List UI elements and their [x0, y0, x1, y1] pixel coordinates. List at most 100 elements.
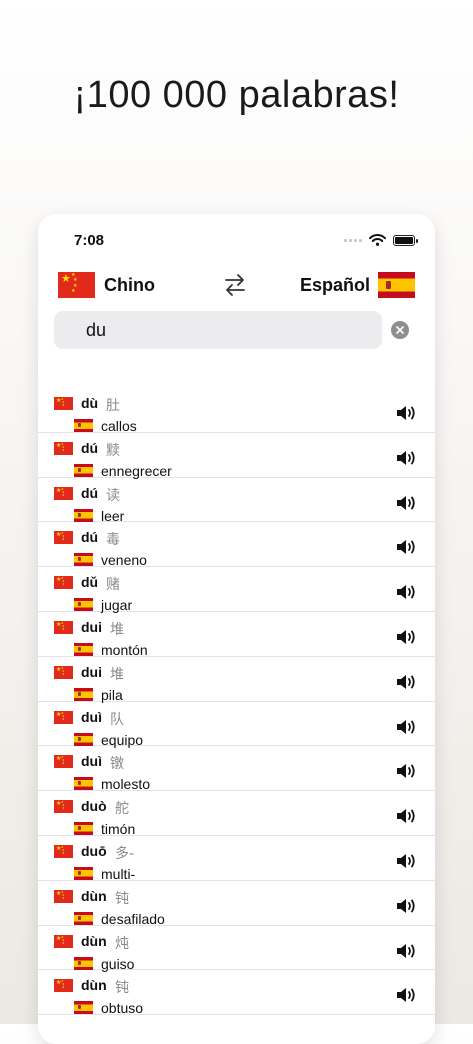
spain-flag-icon	[74, 911, 93, 925]
result-translation: montón	[101, 641, 148, 658]
china-flag-icon: ★ ★ ★ ★	[54, 397, 73, 410]
result-pinyin: dù	[81, 395, 99, 411]
spain-flag-icon	[74, 598, 93, 612]
result-translation: multi-	[101, 865, 136, 882]
result-row[interactable]: ★ ★ ★ ★ duò 舵 timón	[38, 791, 435, 837]
result-row[interactable]: ★ ★ ★ ★ dú 读 leer	[38, 478, 435, 524]
result-hanzi: 堆	[110, 621, 124, 638]
result-hanzi: 黩	[106, 442, 120, 459]
target-language-label: Español	[299, 274, 370, 295]
result-hanzi: 炖	[115, 935, 129, 952]
search-field[interactable]	[54, 311, 382, 349]
close-icon	[396, 326, 404, 334]
result-hanzi: 钝	[115, 980, 129, 997]
speaker-icon[interactable]	[395, 718, 417, 736]
spain-flag-icon	[74, 508, 93, 522]
result-row[interactable]: ★ ★ ★ ★ dǔ 赌 jugar	[38, 567, 435, 614]
china-flag-icon: ★ ★ ★ ★	[54, 665, 73, 679]
status-bar: 7:08	[38, 232, 435, 252]
result-pinyin: dú	[81, 439, 99, 456]
china-flag-icon: ★ ★ ★ ★	[54, 710, 73, 724]
speaker-icon[interactable]	[395, 583, 417, 601]
spain-flag-icon	[74, 419, 93, 432]
result-pinyin: dùn	[81, 932, 107, 949]
result-row[interactable]: ★ ★ ★ ★ duì 镦 molesto	[38, 746, 435, 793]
speaker-icon[interactable]	[395, 538, 417, 556]
result-hanzi: 舵	[115, 801, 129, 818]
speaker-icon[interactable]	[395, 404, 417, 422]
result-row[interactable]: ★ ★ ★ ★ duì 队 equipo	[38, 702, 435, 748]
result-pinyin: duō	[81, 842, 107, 859]
clear-search-button[interactable]	[391, 321, 409, 339]
signal-icon	[344, 238, 362, 242]
result-translation: callos	[101, 418, 137, 434]
result-row[interactable]: ★ ★ ★ ★ dùn 炖 guiso	[38, 926, 435, 972]
speaker-icon[interactable]	[395, 942, 417, 960]
result-pinyin: duì	[81, 753, 102, 770]
result-row[interactable]: ★ ★ ★ ★ dú 黩 ennegrecer	[38, 433, 435, 479]
result-translation: obtuso	[101, 1000, 144, 1017]
result-pinyin: dǔ	[81, 574, 99, 591]
result-row[interactable]: ★ ★ ★ ★ dui 堆 pila	[38, 657, 435, 703]
result-row[interactable]: ★ ★ ★ ★ dù 肚 callos	[38, 388, 435, 434]
spain-flag-icon	[74, 732, 93, 746]
wifi-icon	[369, 234, 386, 246]
result-hanzi: 钝	[115, 890, 129, 907]
china-flag-icon: ★ ★ ★ ★	[54, 486, 73, 500]
result-row[interactable]: ★ ★ ★ ★ dùn 钝 desafilado	[38, 881, 435, 927]
china-flag-icon: ★ ★ ★ ★	[54, 441, 73, 455]
china-flag-icon: ★ ★ ★ ★	[54, 531, 73, 545]
status-icons	[344, 234, 418, 246]
result-translation: pila	[101, 686, 123, 703]
speaker-icon[interactable]	[395, 762, 417, 780]
spain-flag-icon	[74, 553, 93, 567]
result-row[interactable]: ★ ★ ★ ★ dùn 钝 obtuso	[38, 970, 435, 1017]
spain-flag-icon	[74, 956, 93, 970]
result-translation: equipo	[101, 731, 144, 748]
result-translation: desafilado	[101, 910, 165, 927]
result-translation: molesto	[101, 776, 151, 793]
china-flag-icon: ★ ★ ★ ★	[54, 620, 73, 634]
spain-flag-icon	[74, 1001, 93, 1015]
result-pinyin: dùn	[81, 977, 107, 994]
result-pinyin: dùn	[81, 887, 107, 904]
result-translation: veneno	[101, 552, 147, 569]
status-time: 7:08	[74, 232, 105, 249]
result-hanzi: 堆	[110, 666, 124, 683]
result-row[interactable]: ★ ★ ★ ★ duō 多-multi-	[38, 836, 435, 882]
speaker-icon[interactable]	[395, 986, 417, 1004]
speaker-icon[interactable]	[395, 807, 417, 825]
speaker-icon[interactable]	[395, 673, 417, 691]
swap-languages-icon[interactable]	[224, 273, 246, 297]
result-translation: guiso	[101, 955, 135, 972]
speaker-icon[interactable]	[395, 897, 417, 915]
china-flag-icon: ★ ★ ★ ★ ★	[58, 272, 95, 298]
result-pinyin: duì	[81, 708, 102, 725]
result-translation: ennegrecer	[101, 462, 172, 479]
result-hanzi: 赌	[106, 577, 120, 594]
source-language-label: Chino	[104, 274, 155, 295]
speaker-icon[interactable]	[395, 449, 417, 467]
result-hanzi: 毒	[106, 532, 120, 549]
spain-flag-icon	[74, 642, 93, 656]
result-row[interactable]: ★ ★ ★ ★ dui 堆 montón	[38, 612, 435, 658]
language-bar: ★ ★ ★ ★ ★ Chino Español	[38, 272, 435, 298]
result-hanzi: 读	[106, 487, 120, 504]
china-flag-icon: ★ ★ ★ ★	[54, 800, 73, 814]
battery-icon	[393, 234, 418, 246]
spain-flag-icon	[74, 777, 93, 791]
target-language[interactable]: Español	[300, 272, 415, 298]
spain-flag-icon	[74, 687, 93, 701]
speaker-icon[interactable]	[395, 628, 417, 646]
search-input[interactable]	[86, 311, 366, 349]
speaker-icon[interactable]	[395, 852, 417, 870]
result-hanzi: 多-	[115, 845, 135, 862]
result-row[interactable]: ★ ★ ★ ★ dú 毒 veneno	[38, 522, 435, 569]
result-hanzi: 队	[110, 711, 124, 728]
source-language[interactable]: ★ ★ ★ ★ ★ Chino	[58, 272, 155, 298]
speaker-icon[interactable]	[395, 494, 417, 512]
phone-screen: 7:08 ★ ★ ★ ★ ★ Chino Español du ★ ★ ★ ★ …	[38, 214, 435, 1044]
result-translation: jugar	[101, 597, 133, 614]
result-hanzi: 镦	[110, 756, 124, 773]
spain-flag-icon	[74, 866, 93, 880]
